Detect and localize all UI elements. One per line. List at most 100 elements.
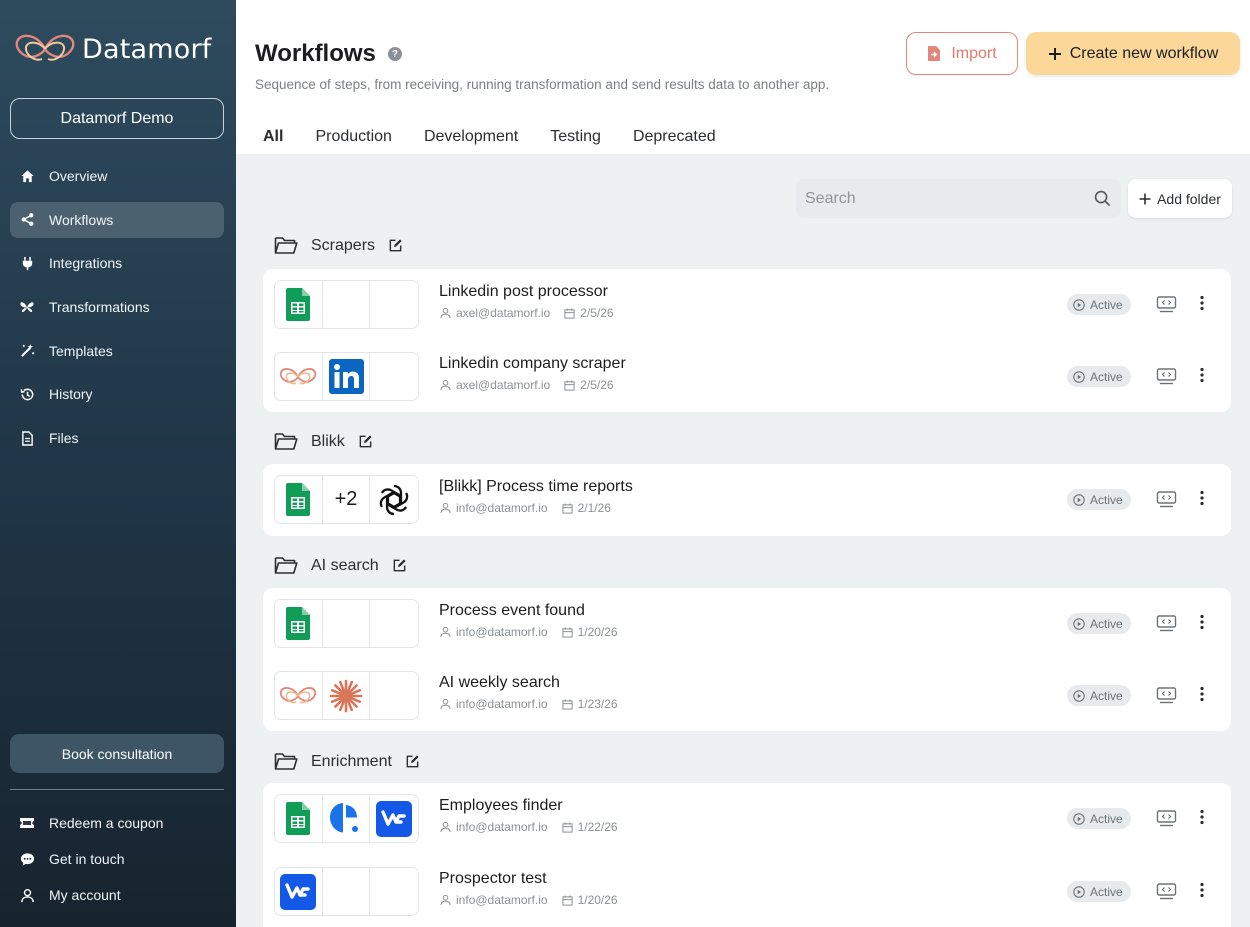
create-workflow-button-label: Create new workflow	[1069, 44, 1219, 62]
play-circle-icon	[1073, 617, 1085, 630]
book-consultation-button[interactable]: Book consultation	[10, 734, 224, 773]
status-label: Active	[1090, 297, 1123, 312]
workflow-name[interactable]: Linkedin post processor	[439, 283, 608, 301]
workflow-name[interactable]: Employees finder	[439, 797, 563, 815]
play-circle-icon	[1073, 298, 1085, 311]
search-icon[interactable]	[1094, 190, 1111, 207]
status-badge[interactable]: Active	[1067, 881, 1131, 902]
create-workflow-button[interactable]: Create new workflow	[1026, 32, 1240, 75]
workflow-row[interactable]: Prospector test info@datamorf.io 1/20/26…	[274, 867, 1220, 916]
sidebar-item-redeem-coupon[interactable]: Redeem a coupon	[10, 806, 224, 840]
sidebar-item-history[interactable]: History	[10, 376, 224, 412]
search-input[interactable]	[805, 189, 1065, 208]
status-badge[interactable]: Active	[1067, 808, 1131, 829]
workflow-row[interactable]: Linkedin post processor axel@datamorf.io…	[274, 280, 1220, 329]
workflow-meta: info@datamorf.io 1/20/26	[440, 625, 632, 639]
app-icon-slot	[275, 868, 323, 915]
status-label: Active	[1090, 492, 1123, 507]
code-window-icon[interactable]	[1156, 809, 1177, 828]
google-sheets-icon	[286, 288, 311, 321]
more-options-icon[interactable]	[1200, 367, 1204, 383]
plus-icon	[1139, 193, 1151, 204]
code-window-icon[interactable]	[1156, 686, 1177, 705]
workflow-row[interactable]: Linkedin company scraper axel@datamorf.i…	[274, 352, 1220, 401]
edit-icon[interactable]	[358, 434, 373, 449]
sidebar-item-templates[interactable]: Templates	[10, 333, 224, 369]
more-apps-count: +2	[334, 488, 358, 510]
user-icon	[440, 894, 451, 906]
workflow-row[interactable]: Process event found info@datamorf.io 1/2…	[274, 599, 1220, 648]
workflow-meta: axel@datamorf.io 2/5/26	[440, 378, 628, 392]
sidebar-item-get-in-touch[interactable]: Get in touch	[10, 842, 224, 876]
workspace-selector-button[interactable]: Datamorf Demo	[10, 98, 224, 139]
workflow-row[interactable]: AI weekly search info@datamorf.io 1/23/2…	[274, 671, 1220, 720]
code-window-icon[interactable]	[1156, 490, 1177, 509]
workflow-name[interactable]: Process event found	[439, 602, 585, 620]
edit-icon[interactable]	[388, 238, 403, 253]
sidebar-item-label: History	[49, 386, 93, 403]
more-options-icon[interactable]	[1200, 614, 1204, 630]
user-icon	[440, 502, 451, 514]
folder-header-blikk: Blikk	[274, 432, 373, 451]
butterfly-icon	[19, 299, 35, 315]
more-options-icon[interactable]	[1200, 686, 1204, 702]
file-import-icon	[928, 46, 941, 61]
more-options-icon[interactable]	[1200, 809, 1204, 825]
sidebar-item-files[interactable]: Files	[10, 420, 224, 456]
app-icon-slot	[275, 353, 323, 400]
status-label: Active	[1090, 369, 1123, 384]
status-badge[interactable]: Active	[1067, 685, 1131, 706]
user-icon	[19, 887, 35, 903]
sidebar-item-overview[interactable]: Overview	[10, 158, 224, 194]
openai-icon	[379, 484, 409, 515]
code-window-icon[interactable]	[1156, 295, 1177, 314]
workflow-row[interactable]: Employees finder info@datamorf.io 1/22/2…	[274, 794, 1220, 843]
workflow-meta: axel@datamorf.io 2/5/26	[440, 306, 628, 320]
help-icon[interactable]: ?	[387, 47, 402, 61]
sidebar-item-label: My account	[49, 887, 121, 903]
sidebar-bottom-nav: Redeem a coupon Get in touch My account	[10, 806, 224, 914]
add-folder-button[interactable]: Add folder	[1128, 179, 1232, 218]
code-window-icon[interactable]	[1156, 882, 1177, 901]
app-icon-slot	[323, 353, 371, 400]
sidebar-item-workflows[interactable]: Workflows	[10, 201, 224, 238]
code-window-icon[interactable]	[1156, 367, 1177, 386]
more-options-icon[interactable]	[1200, 882, 1204, 898]
edit-icon[interactable]	[405, 754, 420, 769]
play-circle-icon	[1073, 689, 1085, 702]
sidebar-item-integrations[interactable]: Integrations	[10, 245, 224, 281]
workflow-name[interactable]: AI weekly search	[439, 674, 560, 692]
workflow-row[interactable]: +2 [Blikk] Process time reports info@dat…	[274, 475, 1220, 524]
user-icon	[440, 307, 451, 319]
workflow-name[interactable]: Prospector test	[439, 870, 547, 888]
status-badge[interactable]: Active	[1067, 489, 1131, 510]
status-badge[interactable]: Active	[1067, 613, 1131, 634]
calendar-icon	[561, 821, 573, 833]
user-icon	[440, 379, 451, 391]
brand-name: Datamorf	[82, 33, 212, 65]
workflow-name[interactable]: [Blikk] Process time reports	[439, 478, 633, 496]
more-options-icon[interactable]	[1200, 295, 1204, 311]
status-badge[interactable]: Active	[1067, 294, 1131, 315]
import-button[interactable]: Import	[906, 32, 1018, 75]
sidebar-item-label: Workflows	[49, 211, 114, 228]
app-icon-slot	[275, 795, 323, 842]
history-icon	[19, 386, 35, 402]
folder-name: Blikk	[311, 432, 345, 450]
sidebar-item-my-account[interactable]: My account	[10, 878, 224, 912]
anthropic-icon	[329, 679, 363, 712]
sidebar-item-transformations[interactable]: Transformations	[10, 289, 224, 325]
workflow-app-icons	[274, 671, 419, 720]
app-icon-slot	[323, 868, 371, 915]
edit-icon[interactable]	[392, 558, 407, 573]
more-options-icon[interactable]	[1200, 490, 1204, 506]
bubble-app-icon	[330, 802, 358, 832]
google-sheets-icon	[286, 607, 311, 640]
code-window-icon[interactable]	[1156, 614, 1177, 633]
brand-logo[interactable]: Datamorf	[14, 30, 212, 68]
workflow-name[interactable]: Linkedin company scraper	[439, 355, 626, 373]
workflow-date: 1/20/26	[577, 893, 618, 907]
status-label: Active	[1090, 616, 1123, 631]
status-badge[interactable]: Active	[1067, 366, 1131, 387]
import-button-label: Import	[951, 44, 997, 62]
